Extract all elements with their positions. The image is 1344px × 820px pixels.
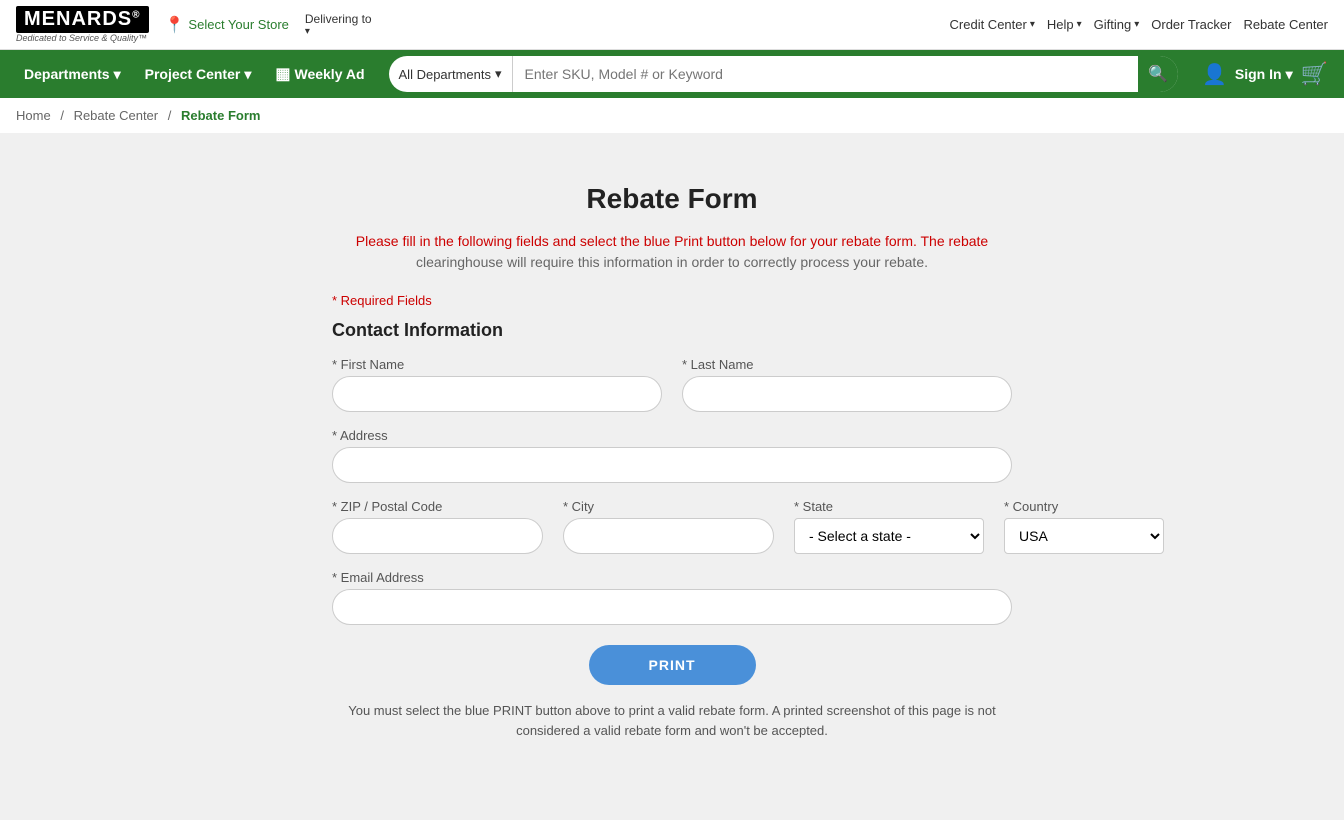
- country-select[interactable]: USA Canada: [1004, 518, 1164, 554]
- store-select-label: Select Your Store: [188, 17, 288, 32]
- credit-center-link[interactable]: Credit Center ▾: [950, 17, 1035, 32]
- first-name-label: * First Name: [332, 357, 662, 372]
- cart-icon[interactable]: 🛒: [1301, 61, 1328, 87]
- delivering-to[interactable]: Delivering to ▾: [305, 12, 372, 37]
- department-dropdown[interactable]: All Departments ▾: [389, 56, 513, 92]
- city-label: * City: [563, 499, 774, 514]
- delivering-label: Delivering to: [305, 12, 372, 26]
- address-label: * Address: [332, 428, 1012, 443]
- breadcrumb-home[interactable]: Home: [16, 108, 51, 123]
- name-row: * First Name * Last Name: [332, 357, 1012, 412]
- chevron-down-icon: ▾: [495, 66, 502, 82]
- project-center-nav[interactable]: Project Center ▾: [137, 50, 260, 98]
- address-group: * Address: [332, 428, 1012, 483]
- location-pin-icon: 📍: [165, 15, 185, 35]
- chevron-down-icon: ▾: [1286, 66, 1293, 83]
- chevron-down-icon: ▾: [1030, 19, 1035, 30]
- email-input[interactable]: [332, 589, 1012, 625]
- breadcrumb-separator: /: [168, 108, 172, 123]
- top-bar: MENARDS® Dedicated to Service & Quality™…: [0, 0, 1344, 50]
- help-link[interactable]: Help ▾: [1047, 17, 1082, 32]
- last-name-group: * Last Name: [682, 357, 1012, 412]
- departments-nav[interactable]: Departments ▾: [16, 50, 129, 98]
- state-group: * State - Select a state - Alabama Alask…: [794, 499, 984, 554]
- country-label: * Country: [1004, 499, 1164, 514]
- last-name-input[interactable]: [682, 376, 1012, 412]
- form-title: Rebate Form: [332, 183, 1012, 215]
- zip-input[interactable]: [332, 518, 543, 554]
- search-button[interactable]: 🔍: [1138, 56, 1178, 92]
- required-fields-note: * Required Fields: [332, 293, 1012, 308]
- zip-label: * ZIP / Postal Code: [332, 499, 543, 514]
- chevron-down-icon: ▾: [114, 66, 121, 83]
- logo-text: MENARDS®: [16, 6, 149, 33]
- main-content: Rebate Form Please fill in the following…: [0, 133, 1344, 820]
- city-input[interactable]: [563, 518, 774, 554]
- form-intro-text2: clearinghouse will require this informat…: [416, 254, 928, 270]
- city-group: * City: [563, 499, 774, 554]
- address-row: * Address: [332, 428, 1012, 483]
- print-button[interactable]: PRINT: [589, 645, 756, 685]
- contact-info-title: Contact Information: [332, 320, 1012, 341]
- breadcrumb-current: Rebate Form: [181, 108, 260, 123]
- search-bar: All Departments ▾ 🔍: [389, 56, 1178, 92]
- state-label: * State: [794, 499, 984, 514]
- email-label: * Email Address: [332, 570, 1012, 585]
- weekly-ad-nav[interactable]: ▦ Weekly Ad: [267, 50, 372, 98]
- first-name-group: * First Name: [332, 357, 662, 412]
- logo-tagline: Dedicated to Service & Quality™: [16, 33, 147, 43]
- chevron-down-icon: ▾: [305, 26, 372, 37]
- chevron-down-icon: ▾: [1077, 19, 1082, 30]
- nav-bar: Departments ▾ Project Center ▾ ▦ Weekly …: [0, 50, 1344, 98]
- email-row: * Email Address: [332, 570, 1012, 625]
- rebate-center-top-link[interactable]: Rebate Center: [1243, 17, 1328, 32]
- weekly-ad-icon: ▦: [275, 64, 290, 84]
- sign-in-link[interactable]: Sign In ▾: [1235, 66, 1293, 83]
- state-select[interactable]: - Select a state - Alabama Alaska Arizon…: [794, 518, 984, 554]
- search-icon: 🔍: [1148, 64, 1168, 84]
- top-bar-right: Credit Center ▾ Help ▾ Gifting ▾ Order T…: [950, 17, 1328, 32]
- first-name-input[interactable]: [332, 376, 662, 412]
- user-icon: 👤: [1202, 62, 1227, 87]
- chevron-down-icon: ▾: [244, 66, 251, 83]
- nav-right: 👤 Sign In ▾ 🛒: [1202, 61, 1328, 87]
- search-input[interactable]: [513, 66, 1138, 82]
- logo: MENARDS® Dedicated to Service & Quality™: [16, 6, 149, 43]
- breadcrumb-rebate-center[interactable]: Rebate Center: [74, 108, 159, 123]
- address-input[interactable]: [332, 447, 1012, 483]
- store-select[interactable]: 📍 Select Your Store: [165, 15, 289, 35]
- gifting-link[interactable]: Gifting ▾: [1094, 17, 1140, 32]
- email-group: * Email Address: [332, 570, 1012, 625]
- country-group: * Country USA Canada: [1004, 499, 1164, 554]
- breadcrumb: Home / Rebate Center / Rebate Form: [0, 98, 1344, 133]
- order-tracker-link[interactable]: Order Tracker: [1151, 17, 1231, 32]
- zip-group: * ZIP / Postal Code: [332, 499, 543, 554]
- form-intro: Please fill in the following fields and …: [332, 231, 1012, 273]
- print-note: You must select the blue PRINT button ab…: [332, 701, 1012, 740]
- breadcrumb-separator: /: [60, 108, 64, 123]
- form-intro-text1: Please fill in the following fields and …: [356, 233, 988, 249]
- location-row: * ZIP / Postal Code * City * State - Sel…: [332, 499, 1012, 554]
- last-name-label: * Last Name: [682, 357, 1012, 372]
- form-container: Rebate Form Please fill in the following…: [292, 163, 1052, 780]
- chevron-down-icon: ▾: [1134, 19, 1139, 30]
